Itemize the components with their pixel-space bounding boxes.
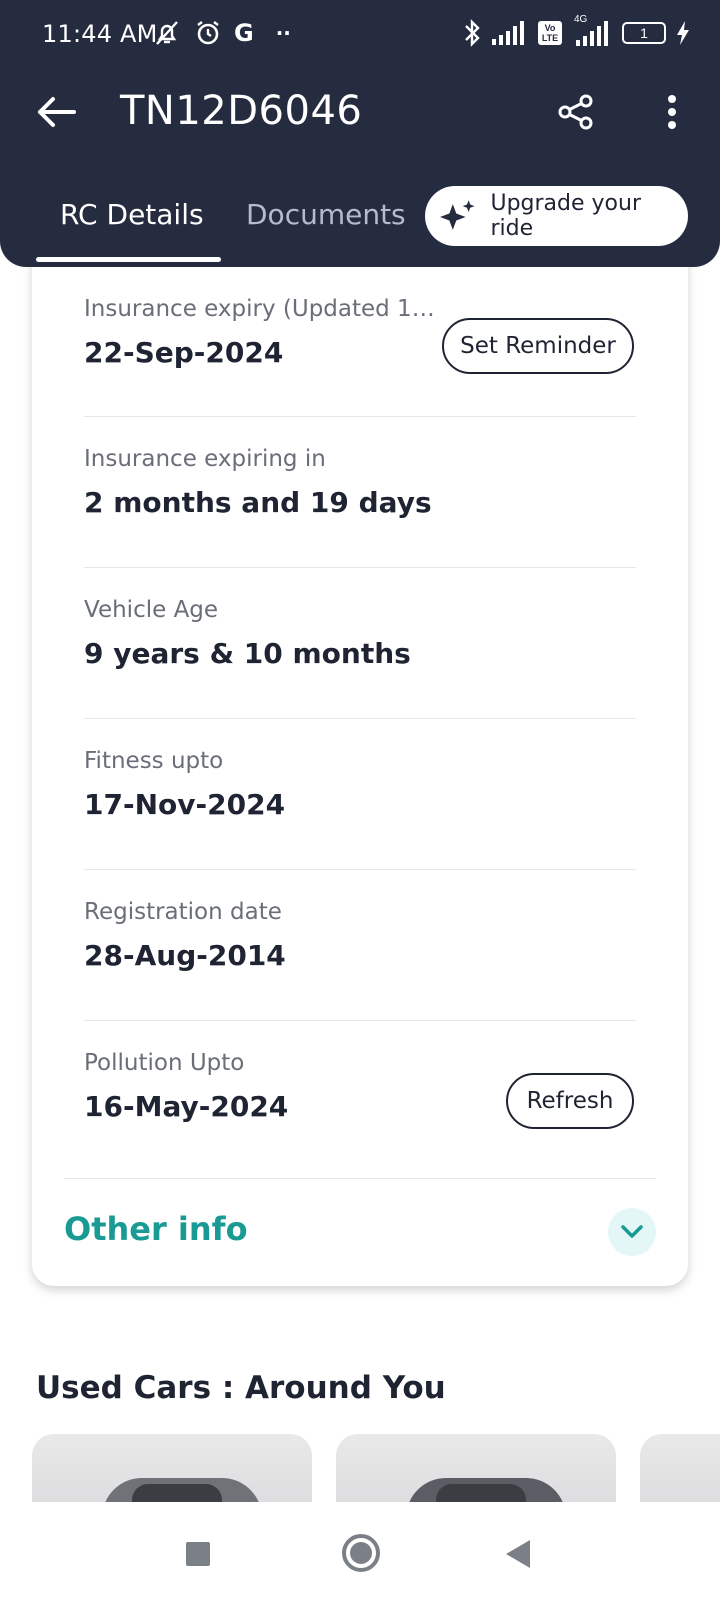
- more-notifications-icon: ··: [275, 21, 291, 45]
- system-back-button[interactable]: [506, 1540, 530, 1568]
- detail-value: 28-Aug-2014: [84, 939, 286, 972]
- back-button[interactable]: [34, 90, 78, 134]
- row-divider: [84, 869, 636, 870]
- network-label: 4G: [574, 14, 588, 25]
- refresh-button[interactable]: Refresh: [506, 1073, 634, 1129]
- expand-other-info-button[interactable]: [608, 1208, 656, 1256]
- alarm-icon: [194, 19, 222, 47]
- muted-bell-icon: [152, 18, 182, 48]
- detail-row-insurance-expiring: Insurance expiring in 2 months and 19 da…: [84, 446, 636, 519]
- sparkle-icon: [439, 200, 475, 230]
- app-header: 11:44 AM G ·· Vo LTE 4G 1 TN12D6046 RC D…: [0, 0, 720, 267]
- detail-row-vehicle-age: Vehicle Age 9 years & 10 months: [84, 597, 636, 670]
- detail-value: 17-Nov-2024: [84, 788, 286, 821]
- status-left-icons: G ··: [152, 18, 291, 48]
- row-divider: [84, 718, 636, 719]
- detail-value: 2 months and 19 days: [84, 486, 432, 519]
- detail-row-registration: Registration date 28-Aug-2014: [84, 899, 636, 972]
- chevron-down-icon: [621, 1225, 643, 1238]
- share-button[interactable]: [554, 90, 598, 134]
- bluetooth-icon: [462, 18, 482, 48]
- upgrade-ride-label: Upgrade your ride: [490, 191, 641, 241]
- charging-icon: [676, 21, 690, 45]
- row-divider: [84, 416, 636, 417]
- detail-value: 9 years & 10 months: [84, 637, 411, 670]
- app-bar: TN12D6046: [0, 80, 720, 144]
- home-button[interactable]: [342, 1534, 380, 1572]
- arrow-left-icon: [38, 97, 76, 127]
- upgrade-ride-button[interactable]: Upgrade your ride: [425, 186, 688, 246]
- detail-label: Insurance expiring in: [84, 446, 326, 472]
- active-tab-indicator: [36, 257, 221, 262]
- volte-label: Vo LTE: [541, 23, 559, 43]
- detail-row-fitness: Fitness upto 17-Nov-2024: [84, 748, 636, 821]
- rc-details-card: Insurance expiry (Updated 11 d... 22-Sep…: [32, 220, 688, 1286]
- status-bar: 11:44 AM G ·· Vo LTE 4G 1: [0, 0, 720, 70]
- more-vertical-icon: [668, 95, 676, 129]
- share-icon: [558, 94, 593, 130]
- google-g-icon: G: [234, 19, 254, 47]
- signal-icon: [492, 21, 528, 45]
- detail-label: Vehicle Age: [84, 597, 219, 623]
- recent-apps-button[interactable]: [186, 1542, 210, 1566]
- detail-label: Insurance expiry (Updated 11 d...: [84, 296, 444, 322]
- more-options-button[interactable]: [650, 90, 694, 134]
- battery-level: 1: [640, 25, 648, 41]
- set-reminder-button[interactable]: Set Reminder: [442, 318, 634, 374]
- system-nav-bar: [0, 1502, 720, 1600]
- detail-label: Fitness upto: [84, 748, 224, 774]
- row-divider: [84, 1020, 636, 1021]
- tab-bar: RC Details Documents Upgrade your ride: [0, 186, 720, 266]
- tab-rc-details[interactable]: RC Details: [60, 198, 204, 231]
- status-time: 11:44 AM: [42, 20, 158, 48]
- used-cars-title: Used Cars : Around You: [36, 1370, 446, 1406]
- tab-documents[interactable]: Documents: [246, 198, 406, 231]
- battery-icon: 1: [622, 22, 666, 44]
- status-right-icons: Vo LTE 4G 1: [462, 14, 690, 48]
- network-signal-icon: 4G: [572, 14, 612, 46]
- volte-icon: Vo LTE: [538, 21, 562, 45]
- row-divider: [84, 567, 636, 568]
- detail-label: Registration date: [84, 899, 282, 925]
- page-title: TN12D6046: [120, 88, 363, 134]
- other-info-divider: [64, 1178, 656, 1179]
- other-info-toggle[interactable]: Other info: [64, 1210, 248, 1248]
